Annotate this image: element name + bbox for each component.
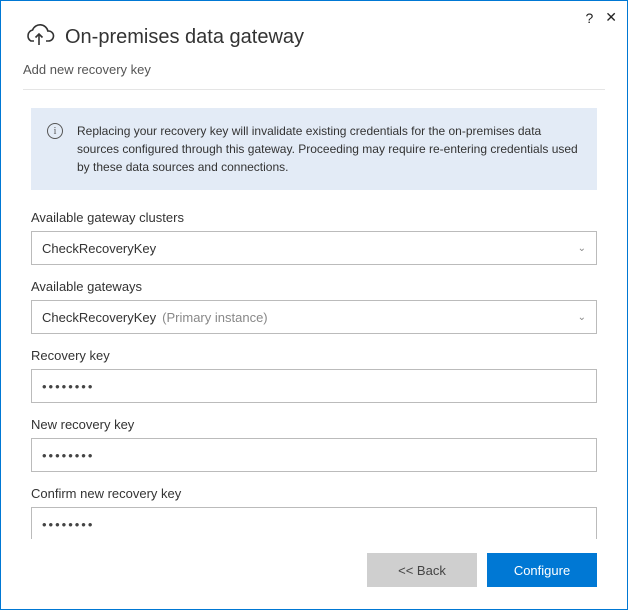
gateway-recovery-dialog: ? ✕ On-premises data gateway Add new rec… (0, 0, 628, 610)
chevron-down-icon: ⌄ (578, 243, 586, 254)
info-text: Replacing your recovery key will invalid… (77, 122, 581, 176)
window-controls: ? ✕ (585, 9, 617, 26)
confirm-recovery-label: Confirm new recovery key (31, 486, 597, 501)
new-recovery-key-input[interactable]: •••••••• (31, 438, 597, 472)
back-button[interactable]: << Back (367, 553, 477, 587)
confirm-recovery-key-input[interactable]: •••••••• (31, 507, 597, 539)
recovery-key-value: •••••••• (42, 379, 94, 394)
dialog-title: On-premises data gateway (65, 26, 304, 49)
gateways-secondary: (Primary instance) (162, 310, 267, 325)
chevron-down-icon: ⌄ (578, 312, 586, 323)
cloud-gateway-icon (23, 19, 55, 56)
gateways-select[interactable]: CheckRecoveryKey (Primary instance) ⌄ (31, 300, 597, 334)
gateways-value: CheckRecoveryKey (42, 310, 156, 325)
close-icon[interactable]: ✕ (605, 9, 617, 26)
help-icon[interactable]: ? (585, 10, 593, 26)
dialog-subtitle: Add new recovery key (1, 62, 627, 89)
configure-button[interactable]: Configure (487, 553, 597, 587)
confirm-recovery-key-value: •••••••• (42, 517, 94, 532)
clusters-label: Available gateway clusters (31, 210, 597, 225)
gateways-label: Available gateways (31, 279, 597, 294)
recovery-key-input[interactable]: •••••••• (31, 369, 597, 403)
new-recovery-label: New recovery key (31, 417, 597, 432)
clusters-select[interactable]: CheckRecoveryKey ⌄ (31, 231, 597, 265)
header-divider (23, 89, 605, 90)
info-callout: i Replacing your recovery key will inval… (31, 108, 597, 190)
recovery-label: Recovery key (31, 348, 597, 363)
info-icon: i (47, 123, 63, 139)
new-recovery-key-value: •••••••• (42, 448, 94, 463)
clusters-value: CheckRecoveryKey (42, 241, 156, 256)
dialog-header: On-premises data gateway (1, 1, 627, 62)
dialog-content: i Replacing your recovery key will inval… (1, 108, 627, 539)
dialog-footer: << Back Configure (1, 539, 627, 609)
